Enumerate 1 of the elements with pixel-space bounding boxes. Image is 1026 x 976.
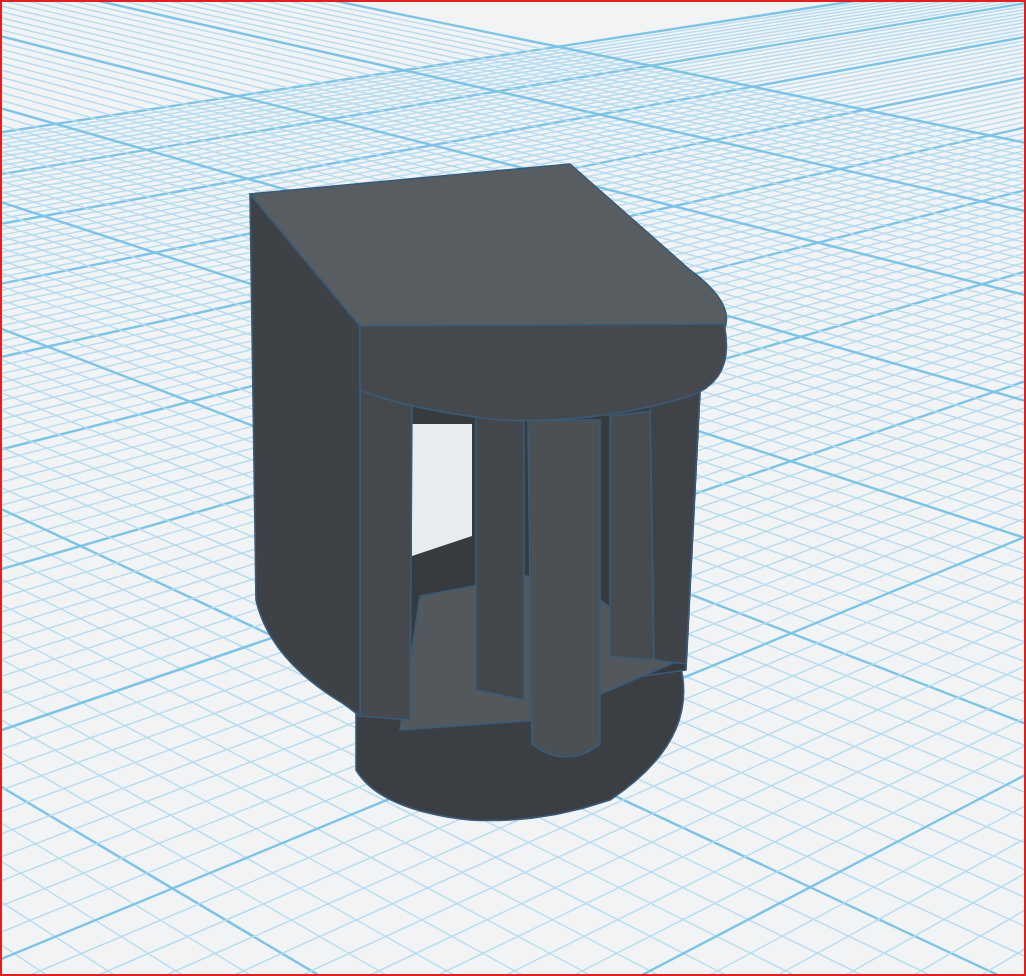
model-drawing[interactable]	[249, 163, 728, 822]
